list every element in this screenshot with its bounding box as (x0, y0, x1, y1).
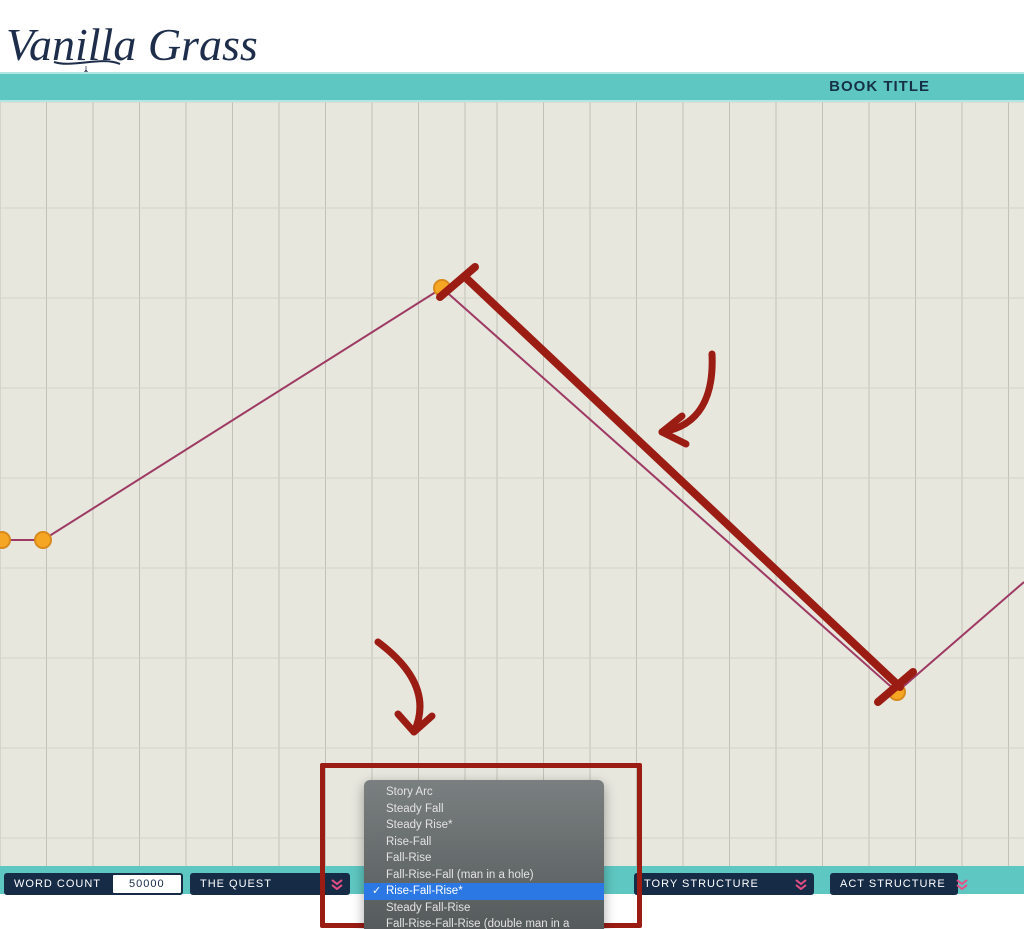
archetype-label: THE QUEST (190, 878, 282, 890)
word-count-pill: WORD COUNT 50000 (4, 873, 174, 895)
dropdown-item[interactable]: Steady Fall-Rise (364, 900, 604, 917)
act-structure-label: ACT STRUCTURE (830, 878, 956, 890)
dropdown-item[interactable]: Steady Fall (364, 801, 604, 818)
book-title-label[interactable]: BOOK TITLE (829, 78, 930, 95)
app-header: Vanilla Grass (0, 0, 1024, 72)
chevron-down-icon (794, 877, 808, 891)
dropdown-item[interactable]: Fall-Rise (364, 850, 604, 867)
story-arc-chart[interactable] (0, 102, 1024, 868)
chevron-down-icon (330, 877, 344, 891)
title-bar: BOOK TITLE (0, 72, 1024, 102)
archetype-dropdown[interactable]: THE QUEST (190, 873, 350, 895)
word-count-input[interactable]: 50000 (111, 873, 183, 895)
dropdown-item[interactable]: Rise-Fall (364, 834, 604, 851)
story-structure-dropdown[interactable]: TORY STRUCTURE (634, 873, 814, 895)
dropdown-item[interactable]: Story Arc (364, 784, 604, 801)
chevron-down-icon (956, 877, 968, 891)
story-structure-label: TORY STRUCTURE (634, 878, 769, 890)
word-count-label: WORD COUNT (4, 878, 111, 890)
dropdown-item[interactable]: Fall-Rise-Fall-Rise (double man in a hol… (364, 916, 604, 929)
dropdown-item-selected[interactable]: Rise-Fall-Rise* (364, 883, 604, 900)
dropdown-item[interactable]: Steady Rise* (364, 817, 604, 834)
story-arc-dropdown-popup: Story Arc Steady Fall Steady Rise* Rise-… (364, 780, 604, 929)
dropdown-item[interactable]: Fall-Rise-Fall (man in a hole) (364, 867, 604, 884)
app-logo: Vanilla Grass (6, 22, 258, 68)
act-structure-dropdown[interactable]: ACT STRUCTURE (830, 873, 958, 895)
